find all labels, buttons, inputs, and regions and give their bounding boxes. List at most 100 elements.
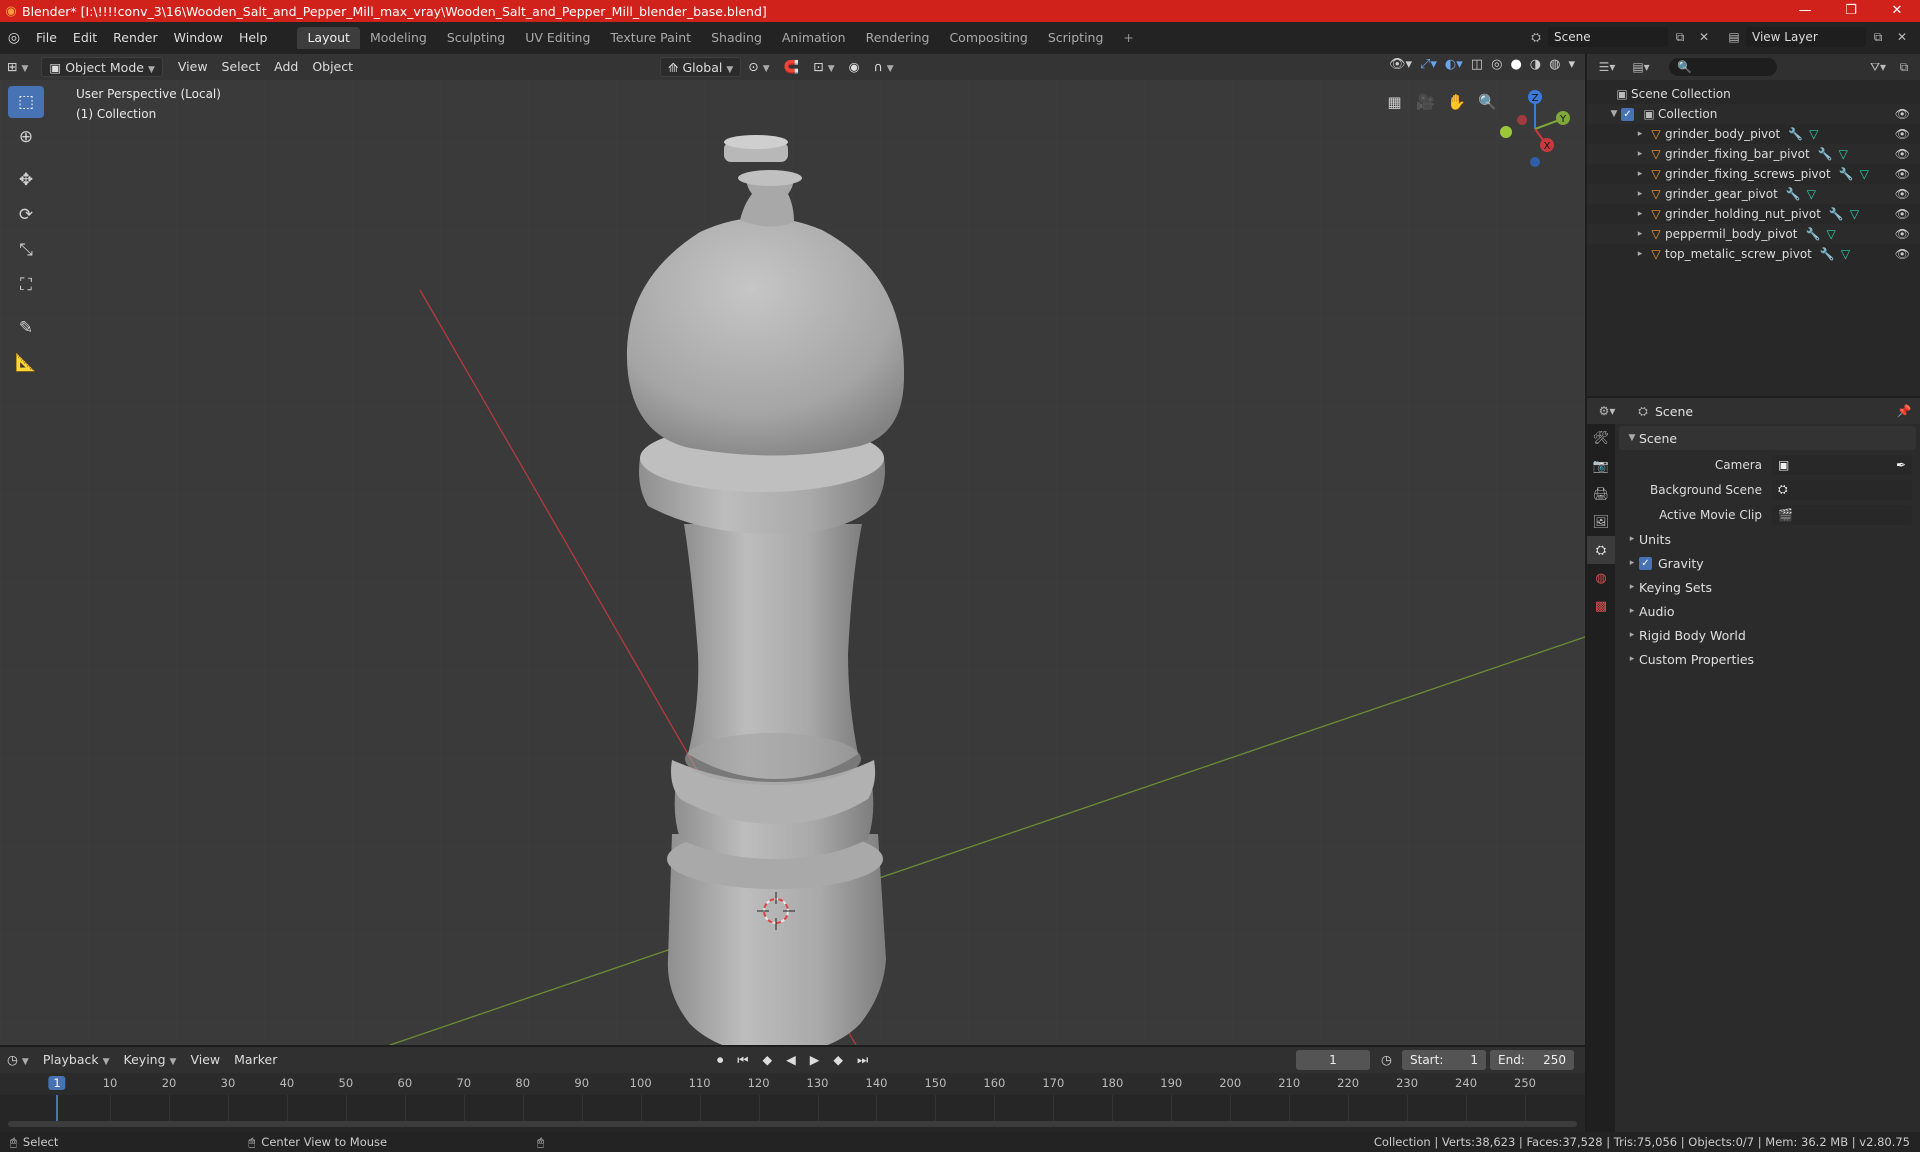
- gravity-panel[interactable]: ▸ ✓ Gravity: [1619, 551, 1920, 575]
- modifier-icon[interactable]: 🔧: [1786, 187, 1801, 201]
- xray-toggle-icon[interactable]: ◫: [1467, 57, 1487, 72]
- measure-tool-icon[interactable]: 📐: [8, 347, 44, 379]
- eye-icon[interactable]: 👁: [1895, 167, 1910, 181]
- gizmo-neg-x-axis[interactable]: [1517, 115, 1527, 125]
- menu-file[interactable]: File: [28, 28, 65, 48]
- panel-expand-icon[interactable]: ▸: [1625, 630, 1639, 640]
- tab-texture-paint[interactable]: Texture Paint: [600, 27, 701, 49]
- new-collection-icon[interactable]: ⧉: [1892, 60, 1916, 75]
- eyedropper-icon[interactable]: ✒: [1896, 458, 1906, 472]
- mesh-data-icon[interactable]: ▽: [1839, 147, 1848, 161]
- units-panel[interactable]: ▸ Units: [1619, 527, 1920, 551]
- start-frame-field[interactable]: Start: 1: [1402, 1050, 1486, 1070]
- menu-object[interactable]: Object: [305, 57, 360, 77]
- delete-view-layer-icon[interactable]: ✕: [1890, 30, 1914, 44]
- snap-target-icon[interactable]: ⊡ ▼: [806, 57, 841, 77]
- falloff-icon[interactable]: ∩ ▼: [867, 57, 901, 77]
- eye-icon[interactable]: 👁: [1895, 127, 1910, 141]
- preview-range-icon[interactable]: ◷: [1374, 1050, 1399, 1070]
- menu-edit[interactable]: Edit: [65, 28, 105, 48]
- texture-tab-icon[interactable]: ▩: [1587, 592, 1615, 620]
- world-tab-icon[interactable]: ◍: [1587, 564, 1615, 592]
- move-tool-icon[interactable]: ✥: [8, 164, 44, 196]
- transform-orientation-dropdown[interactable]: ⟰ Global ▼: [660, 57, 742, 77]
- pin-icon[interactable]: 📌: [1892, 404, 1916, 418]
- expand-triangle-icon[interactable]: ▸: [1633, 129, 1647, 139]
- end-frame-field[interactable]: End: 250: [1490, 1050, 1574, 1070]
- outliner-object-row[interactable]: ▸ ▽ grinder_fixing_bar_pivot 🔧 ▽ 👁: [1587, 144, 1920, 164]
- custom-properties-panel[interactable]: ▸ Custom Properties: [1619, 647, 1920, 671]
- gizmo-toggle-icon[interactable]: ⤢▾: [1416, 57, 1441, 72]
- jump-end-icon[interactable]: ⏭: [850, 1050, 875, 1070]
- tool-tab-icon[interactable]: 🛠: [1587, 424, 1615, 452]
- collection-checkbox[interactable]: ✓: [1621, 107, 1634, 121]
- mesh-data-icon[interactable]: ▽: [1826, 227, 1835, 241]
- playback-menu[interactable]: Playback ▼: [36, 1050, 117, 1070]
- expand-triangle-icon[interactable]: ▸: [1633, 249, 1647, 259]
- outliner-object-row[interactable]: ▸ ▽ peppermil_body_pivot 🔧 ▽ 👁: [1587, 224, 1920, 244]
- viewport-canvas[interactable]: [0, 54, 1585, 1045]
- timeline-scrollbar[interactable]: [8, 1121, 1577, 1127]
- eye-icon[interactable]: 👁: [1895, 207, 1910, 221]
- wireframe-shading-icon[interactable]: ◎: [1487, 57, 1506, 72]
- expand-triangle-icon[interactable]: ▸: [1633, 209, 1647, 219]
- mode-dropdown[interactable]: ▣ Object Mode ▼: [41, 57, 163, 77]
- 3d-viewport[interactable]: ⊞ ▼ ▣ Object Mode ▼ View Select Add Object…: [0, 54, 1585, 1045]
- view-layer-name-field[interactable]: View Layer: [1746, 27, 1866, 47]
- expand-triangle-icon[interactable]: ▸: [1633, 149, 1647, 159]
- gizmo-neg-y-axis[interactable]: [1500, 126, 1512, 138]
- transform-tool-icon[interactable]: ⛶: [8, 269, 44, 301]
- gizmo-neg-z-axis[interactable]: [1530, 157, 1540, 167]
- cursor-tool-icon[interactable]: ⊕: [8, 121, 44, 153]
- timeline-ruler[interactable]: 1 10 20 30 40 50 60 70 80 90 100 110 120 130 140 150 160…: [0, 1073, 1585, 1095]
- current-frame-indicator[interactable]: 1: [48, 1076, 66, 1090]
- current-frame-field[interactable]: 1: [1296, 1050, 1370, 1070]
- playhead-line[interactable]: [56, 1095, 58, 1121]
- proportional-edit-icon[interactable]: ◉: [842, 57, 867, 77]
- mesh-data-icon[interactable]: ▽: [1807, 187, 1816, 201]
- outliner-editor-type-icon[interactable]: ☰▾: [1595, 60, 1619, 74]
- panel-expand-icon[interactable]: ▸: [1625, 534, 1639, 544]
- shading-options-icon[interactable]: ▾: [1564, 57, 1579, 72]
- outliner-object-row[interactable]: ▸ ▽ grinder_body_pivot 🔧 ▽ 👁: [1587, 124, 1920, 144]
- new-view-layer-icon[interactable]: ⧉: [1866, 30, 1890, 45]
- prev-keyframe-icon[interactable]: ◆: [756, 1050, 780, 1070]
- mesh-data-icon[interactable]: ▽: [1841, 247, 1850, 261]
- modifier-icon[interactable]: 🔧: [1839, 167, 1854, 181]
- scene-tab-icon[interactable]: ⛭: [1587, 536, 1615, 564]
- pivot-point-icon[interactable]: ⊙ ▼: [741, 57, 776, 77]
- rendered-shading-icon[interactable]: ◍: [1545, 57, 1564, 72]
- navigation-gizmo[interactable]: Z Y X: [1490, 84, 1580, 174]
- display-mode-icon[interactable]: ▤▾: [1629, 60, 1653, 74]
- editor-type-icon[interactable]: ⊞ ▼: [0, 57, 35, 77]
- scene-panel-header[interactable]: ▼ Scene: [1619, 426, 1916, 450]
- material-shading-icon[interactable]: ◑: [1526, 57, 1545, 72]
- modifier-icon[interactable]: 🔧: [1829, 207, 1844, 221]
- tab-shading[interactable]: Shading: [701, 27, 772, 49]
- expand-triangle-icon[interactable]: ▸: [1633, 169, 1647, 179]
- menu-select[interactable]: Select: [215, 57, 268, 77]
- modifier-icon[interactable]: 🔧: [1818, 147, 1833, 161]
- outliner-object-row[interactable]: ▸ ▽ top_metalic_screw_pivot 🔧 ▽ 👁: [1587, 244, 1920, 264]
- outliner-search-input[interactable]: 🔍: [1669, 58, 1777, 76]
- scale-tool-icon[interactable]: ⤡: [8, 234, 44, 266]
- maximize-button[interactable]: ❐: [1828, 0, 1874, 22]
- tab-sculpting[interactable]: Sculpting: [437, 27, 515, 49]
- play-icon[interactable]: ▶: [803, 1050, 827, 1070]
- view-layer-tab-icon[interactable]: 🖼: [1587, 508, 1615, 536]
- solid-shading-icon[interactable]: ●: [1506, 57, 1525, 72]
- play-reverse-icon[interactable]: ◀: [779, 1050, 803, 1070]
- minimize-button[interactable]: —: [1782, 0, 1828, 22]
- active-movie-clip-field[interactable]: 🎬: [1772, 504, 1912, 525]
- timeline-track[interactable]: [0, 1095, 1585, 1132]
- toggle-ortho-icon[interactable]: ▦: [1379, 88, 1410, 116]
- menu-add[interactable]: Add: [267, 57, 305, 77]
- modifier-icon[interactable]: 🔧: [1788, 127, 1803, 141]
- record-icon[interactable]: ⏺: [710, 1050, 730, 1070]
- next-keyframe-icon[interactable]: ◆: [826, 1050, 850, 1070]
- add-workspace-button[interactable]: +: [1113, 27, 1143, 49]
- overlay-toggle-icon[interactable]: ◐▾: [1441, 57, 1467, 72]
- mesh-data-icon[interactable]: ▽: [1860, 167, 1869, 181]
- expand-triangle-icon[interactable]: ▸: [1633, 189, 1647, 199]
- modifier-icon[interactable]: 🔧: [1820, 247, 1835, 261]
